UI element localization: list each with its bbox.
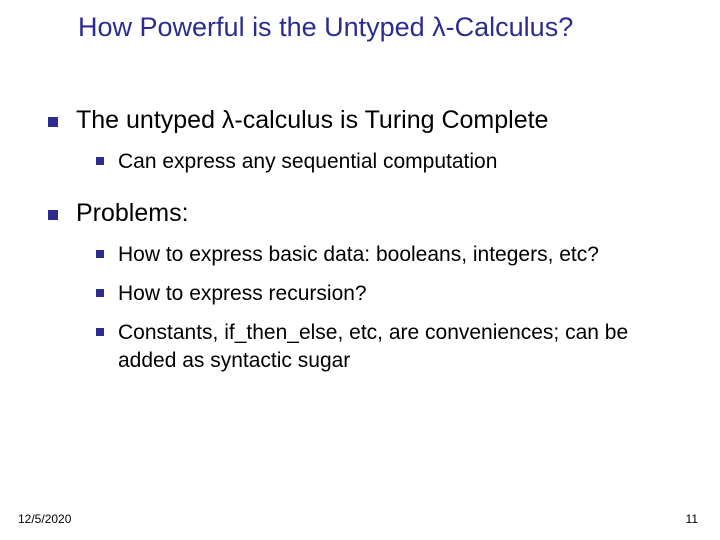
slide-title: How Powerful is the Untyped λ-Calculus?	[78, 12, 700, 43]
bullet-level1: The untyped λ-calculus is Turing Complet…	[48, 105, 680, 136]
bullet-level2: Can express any sequential computation	[96, 148, 680, 175]
bullet-square-icon	[96, 328, 104, 336]
bullet-text: How to express recursion?	[118, 280, 367, 307]
bullet-text: The untyped λ-calculus is Turing Complet…	[76, 105, 548, 136]
bullet-level2: How to express recursion?	[96, 280, 680, 307]
bullet-square-icon	[96, 157, 104, 165]
bullet-square-icon	[48, 117, 58, 127]
bullet-text: How to express basic data: booleans, int…	[118, 241, 599, 268]
bullet-level1: Problems:	[48, 198, 680, 229]
bullet-text: Can express any sequential computation	[118, 148, 497, 175]
footer-date: 12/5/2020	[18, 512, 71, 526]
bullet-square-icon	[96, 250, 104, 258]
footer-page-number: 11	[686, 512, 698, 526]
spacer	[48, 188, 680, 198]
bullet-square-icon	[48, 210, 58, 220]
bullet-square-icon	[96, 289, 104, 297]
slide: How Powerful is the Untyped λ-Calculus? …	[0, 0, 720, 540]
bullet-text: Problems:	[76, 198, 189, 229]
bullet-level2: Constants, if_then_else, etc, are conven…	[96, 319, 680, 374]
bullet-text: Constants, if_then_else, etc, are conven…	[118, 319, 680, 374]
bullet-level2: How to express basic data: booleans, int…	[96, 241, 680, 268]
slide-body: The untyped λ-calculus is Turing Complet…	[48, 105, 680, 386]
